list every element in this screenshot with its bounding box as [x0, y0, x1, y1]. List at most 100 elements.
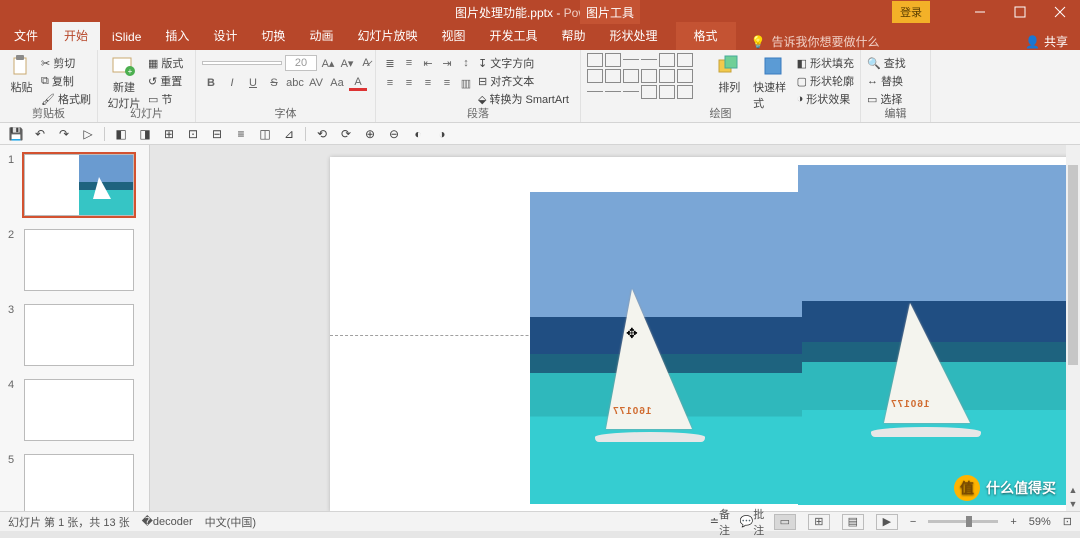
fit-window-button[interactable]: ⊡ [1063, 515, 1072, 528]
increase-font-icon[interactable]: A▴ [320, 55, 336, 71]
shape-outline-button[interactable]: ▢形状轮廓 [797, 73, 854, 89]
qat-btn-14[interactable]: ◑ [434, 126, 450, 142]
bold-button[interactable]: B [202, 75, 220, 91]
italic-button[interactable]: I [223, 75, 241, 91]
indent-dec-icon[interactable]: ⇤ [420, 55, 436, 71]
shadow-button[interactable]: abc [286, 75, 304, 91]
thumbnail-5[interactable]: 5 [0, 451, 149, 511]
bullets-icon[interactable]: ≣ [382, 55, 398, 71]
minimize-button[interactable] [960, 0, 1000, 24]
text-direction-button[interactable]: ↧文字方向 [478, 55, 569, 71]
spacing-button[interactable]: AV [307, 75, 325, 91]
paste-button[interactable]: 粘贴 [6, 53, 37, 95]
font-color-button[interactable]: A [349, 75, 367, 91]
underline-button[interactable]: U [244, 75, 262, 91]
columns-icon[interactable]: ▥ [458, 75, 474, 91]
slide-canvas[interactable]: 160177 160177 ✥ ▲▼ [150, 145, 1080, 511]
font-size-select[interactable]: 20 [285, 55, 317, 71]
qat-btn-12[interactable]: ⊖ [386, 126, 402, 142]
normal-view-button[interactable]: ▭ [774, 514, 796, 530]
zoom-level[interactable]: 59% [1029, 516, 1051, 528]
qat-btn-5[interactable]: ⊟ [209, 126, 225, 142]
thumbnail-4[interactable]: 4 [0, 376, 149, 451]
align-center-icon[interactable]: ≡ [401, 75, 417, 91]
shape-fill-button[interactable]: ◧形状填充 [797, 55, 854, 71]
tab-shapeproc[interactable]: 形状处理 [598, 22, 670, 50]
close-button[interactable] [1040, 0, 1080, 24]
zoom-in-button[interactable]: + [1010, 516, 1016, 528]
qat-btn-7[interactable]: ◫ [257, 126, 273, 142]
strike-button[interactable]: S [265, 75, 283, 91]
qat-btn-10[interactable]: ⟳ [338, 126, 354, 142]
shape-gallery[interactable] [587, 53, 706, 99]
new-slide-button[interactable]: + 新建 幻灯片 [104, 53, 144, 111]
indent-inc-icon[interactable]: ⇥ [439, 55, 455, 71]
tab-design[interactable]: 设计 [201, 22, 249, 50]
tab-slideshow[interactable]: 幻灯片放映 [345, 22, 429, 50]
qat-btn-3[interactable]: ⊞ [161, 126, 177, 142]
language[interactable]: 中文(中国) [205, 514, 256, 530]
quick-style-button[interactable]: 快速样式 [753, 53, 793, 111]
align-text-button[interactable]: ⊟对齐文本 [478, 73, 569, 89]
slideshow-view-button[interactable]: ▶ [876, 514, 898, 530]
clear-format-icon[interactable]: A̷ [358, 55, 374, 71]
layout-button[interactable]: ▦版式 [148, 55, 183, 71]
cut-button[interactable]: ✂剪切 [41, 55, 91, 71]
tab-view[interactable]: 视图 [429, 22, 477, 50]
copy-button[interactable]: ⧉复制 [41, 73, 91, 89]
arrange-button[interactable]: 排列 [710, 53, 750, 95]
tab-animations[interactable]: 动画 [297, 22, 345, 50]
align-left-icon[interactable]: ≡ [382, 75, 398, 91]
thumbnail-2[interactable]: 2 [0, 226, 149, 301]
align-right-icon[interactable]: ≡ [420, 75, 436, 91]
image-sailboat-2[interactable]: 160177 [798, 165, 1080, 505]
qat-btn-8[interactable]: ⊿ [281, 126, 297, 142]
numbering-icon[interactable]: ≡ [401, 55, 417, 71]
change-case-button[interactable]: Aa [328, 75, 346, 91]
next-slide-icon[interactable]: ▼ [1066, 497, 1080, 511]
tab-transitions[interactable]: 切换 [249, 22, 297, 50]
zoom-slider[interactable] [928, 520, 998, 523]
font-family-select[interactable] [202, 61, 282, 65]
save-icon[interactable]: 💾 [8, 126, 24, 142]
share-button[interactable]: 👤 共享 [1025, 33, 1068, 50]
tell-me[interactable]: 💡 告诉我你想要做什么 [751, 33, 880, 50]
tab-help[interactable]: 帮助 [550, 22, 598, 50]
tab-format[interactable]: 格式 [676, 22, 736, 50]
qat-btn-4[interactable]: ⊡ [185, 126, 201, 142]
redo-icon[interactable]: ↷ [56, 126, 72, 142]
canvas-scrollbar[interactable]: ▲▼ [1066, 145, 1080, 511]
reading-view-button[interactable]: ▤ [842, 514, 864, 530]
tab-home[interactable]: 开始 [52, 22, 100, 50]
notes-button[interactable]: ≐ 备注 [710, 514, 730, 530]
start-slideshow-icon[interactable]: ▷ [80, 126, 96, 142]
thumbnail-1[interactable]: 1 [0, 151, 149, 226]
zoom-out-button[interactable]: − [910, 516, 916, 528]
tab-file[interactable]: 文件 [0, 22, 52, 50]
qat-btn-2[interactable]: ◨ [137, 126, 153, 142]
undo-icon[interactable]: ↶ [32, 126, 48, 142]
qat-btn-1[interactable]: ◧ [113, 126, 129, 142]
qat-btn-11[interactable]: ⊕ [362, 126, 378, 142]
accessibility-icon[interactable]: �decoder [142, 515, 193, 528]
prev-slide-icon[interactable]: ▲ [1066, 483, 1080, 497]
decrease-font-icon[interactable]: A▾ [339, 55, 355, 71]
qat-btn-9[interactable]: ⟲ [314, 126, 330, 142]
reset-button[interactable]: ↺重置 [148, 73, 183, 89]
find-button[interactable]: 🔍查找 [867, 55, 906, 71]
sorter-view-button[interactable]: ⊞ [808, 514, 830, 530]
qat-btn-13[interactable]: ◐ [410, 126, 426, 142]
qat-btn-6[interactable]: ≡ [233, 126, 249, 142]
image-sailboat-1[interactable]: 160177 [530, 192, 802, 504]
replace-button[interactable]: ↔替换 [867, 73, 906, 89]
thumbnail-3[interactable]: 3 [0, 301, 149, 376]
maximize-button[interactable] [1000, 0, 1040, 24]
tab-developer[interactable]: 开发工具 [477, 22, 549, 50]
line-spacing-icon[interactable]: ↕ [458, 55, 474, 71]
tab-insert[interactable]: 插入 [153, 22, 201, 50]
login-button[interactable]: 登录 [892, 1, 930, 23]
tab-islide[interactable]: iSlide [100, 25, 153, 50]
svg-text:+: + [128, 67, 133, 76]
justify-icon[interactable]: ≡ [439, 75, 455, 91]
comments-button[interactable]: 💬 批注 [742, 514, 762, 530]
